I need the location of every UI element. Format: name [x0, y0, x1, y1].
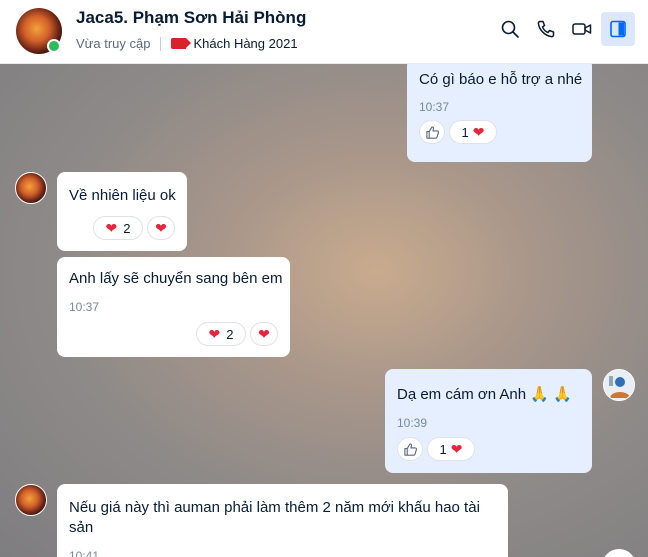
- message-text: Dạ em cám ơn Anh 🙏 🙏: [397, 386, 572, 403]
- message-time: 10:37: [69, 300, 100, 314]
- like-reaction-button[interactable]: [419, 120, 445, 144]
- reaction-count: 1: [461, 124, 469, 140]
- sender-avatar[interactable]: [15, 484, 47, 516]
- my-avatar[interactable]: [603, 369, 635, 401]
- customer-tag[interactable]: Khách Hàng 2021: [193, 36, 297, 51]
- reaction-summary[interactable]: 1 ❤: [449, 120, 497, 144]
- message-time: 10:41: [69, 549, 100, 557]
- conversation-info-button[interactable]: [601, 12, 635, 46]
- online-status-dot: [47, 39, 61, 53]
- message-bubble-incoming[interactable]: Nếu giá này thì auman phải làm thêm 2 nă…: [57, 484, 508, 557]
- voice-call-button[interactable]: [529, 12, 563, 46]
- scroll-to-bottom-button[interactable]: [602, 549, 636, 557]
- reaction-count: 2: [226, 326, 234, 342]
- heart-icon: ❤: [472, 124, 485, 140]
- heart-icon: ❤: [450, 441, 463, 457]
- phone-icon: [537, 20, 555, 38]
- reaction-summary[interactable]: 1 ❤: [427, 437, 475, 461]
- heart-reaction-button[interactable]: ❤: [250, 322, 278, 346]
- reaction-summary[interactable]: ❤ 2: [93, 216, 143, 240]
- video-call-icon: [572, 23, 592, 35]
- chat-header: Jaca5. Phạm Sơn Hải Phòng Vừa truy cập K…: [0, 0, 648, 64]
- message-text: Có gì báo e hỗ trợ a nhé: [419, 71, 583, 88]
- heart-icon: ❤: [105, 220, 118, 236]
- reaction-summary[interactable]: ❤ 2: [196, 322, 246, 346]
- like-reaction-button[interactable]: [397, 437, 423, 461]
- message-time: 10:37: [419, 100, 450, 114]
- message-time: 10:39: [397, 416, 428, 430]
- thumbs-up-icon: [403, 442, 417, 456]
- message-text-line-1: Nếu giá này thì auman phải làm thêm 2 nă…: [69, 499, 480, 516]
- message-text: Về nhiên liệu ok: [69, 187, 176, 204]
- heart-icon: ❤: [155, 220, 167, 236]
- search-button[interactable]: [493, 12, 527, 46]
- heart-icon: ❤: [208, 326, 221, 342]
- search-icon: [501, 20, 519, 38]
- sidebar-toggle-icon: [610, 20, 626, 38]
- message-text-line-2: sản: [69, 519, 94, 536]
- thumbs-up-icon: [425, 125, 439, 139]
- reaction-count: 1: [439, 441, 447, 457]
- divider: [160, 36, 162, 51]
- message-bubble-incoming[interactable]: Anh lấy sẽ chuyển sang bên em 10:37 ❤ 2 …: [57, 257, 290, 357]
- tag-icon: [171, 38, 192, 49]
- message-bubble-outgoing[interactable]: Dạ em cám ơn Anh 🙏 🙏 10:39 1 ❤: [385, 369, 592, 473]
- reaction-count: 2: [123, 220, 131, 236]
- message-list[interactable]: Có gì báo e hỗ trợ a nhé 10:37 1 ❤ Về nh…: [0, 64, 648, 557]
- profile-photo-icon: [604, 370, 634, 400]
- message-bubble-outgoing[interactable]: Có gì báo e hỗ trợ a nhé 10:37 1 ❤: [407, 64, 592, 162]
- message-bubble-incoming[interactable]: Về nhiên liệu ok ❤ 2 ❤: [57, 172, 187, 251]
- message-text: Anh lấy sẽ chuyển sang bên em: [69, 270, 283, 287]
- contact-subtitle: Vừa truy cập Khách Hàng 2021: [76, 36, 298, 51]
- sender-avatar[interactable]: [15, 172, 47, 204]
- last-seen-status: Vừa truy cập: [76, 36, 151, 51]
- heart-icon: ❤: [258, 326, 270, 342]
- heart-reaction-button[interactable]: ❤: [147, 216, 175, 240]
- contact-name[interactable]: Jaca5. Phạm Sơn Hải Phòng: [76, 8, 306, 28]
- video-call-button[interactable]: [565, 12, 599, 46]
